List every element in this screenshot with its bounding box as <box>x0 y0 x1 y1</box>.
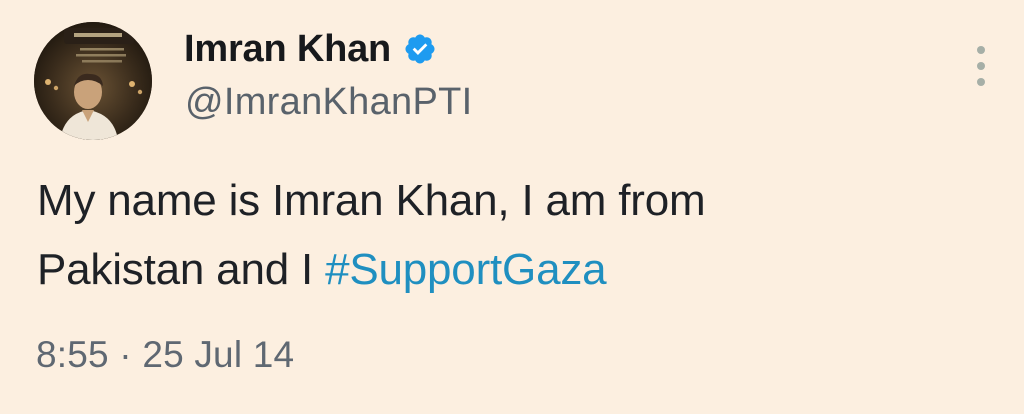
author-handle[interactable]: @ImranKhanPTI <box>185 81 472 124</box>
more-dot <box>977 78 985 86</box>
tweet-card: Imran Khan @ImranKhanPTI My name is Imra… <box>0 0 1024 414</box>
tweet-timestamp[interactable]: 8:55 · 25 Jul 14 <box>36 334 294 376</box>
avatar-image <box>34 22 152 140</box>
tweet-date: 25 Jul 14 <box>142 334 295 375</box>
tweet-text-line2: Pakistan and I <box>37 245 326 294</box>
tweet-time: 8:55 <box>36 334 109 375</box>
verified-badge-icon <box>403 32 437 66</box>
more-dot <box>977 46 985 54</box>
author-display-name[interactable]: Imran Khan <box>184 28 391 71</box>
hashtag-link[interactable]: #SupportGaza <box>325 245 607 294</box>
author-name-row: Imran Khan <box>184 25 437 73</box>
tweet-text-line1: My name is Imran Khan, I am from <box>37 176 706 225</box>
more-dot <box>977 62 985 70</box>
more-options-icon[interactable] <box>970 46 992 86</box>
meta-separator: · <box>108 334 143 375</box>
profile-avatar[interactable] <box>34 22 152 140</box>
tweet-text: My name is Imran Khan, I am from Pakistan… <box>37 166 977 304</box>
